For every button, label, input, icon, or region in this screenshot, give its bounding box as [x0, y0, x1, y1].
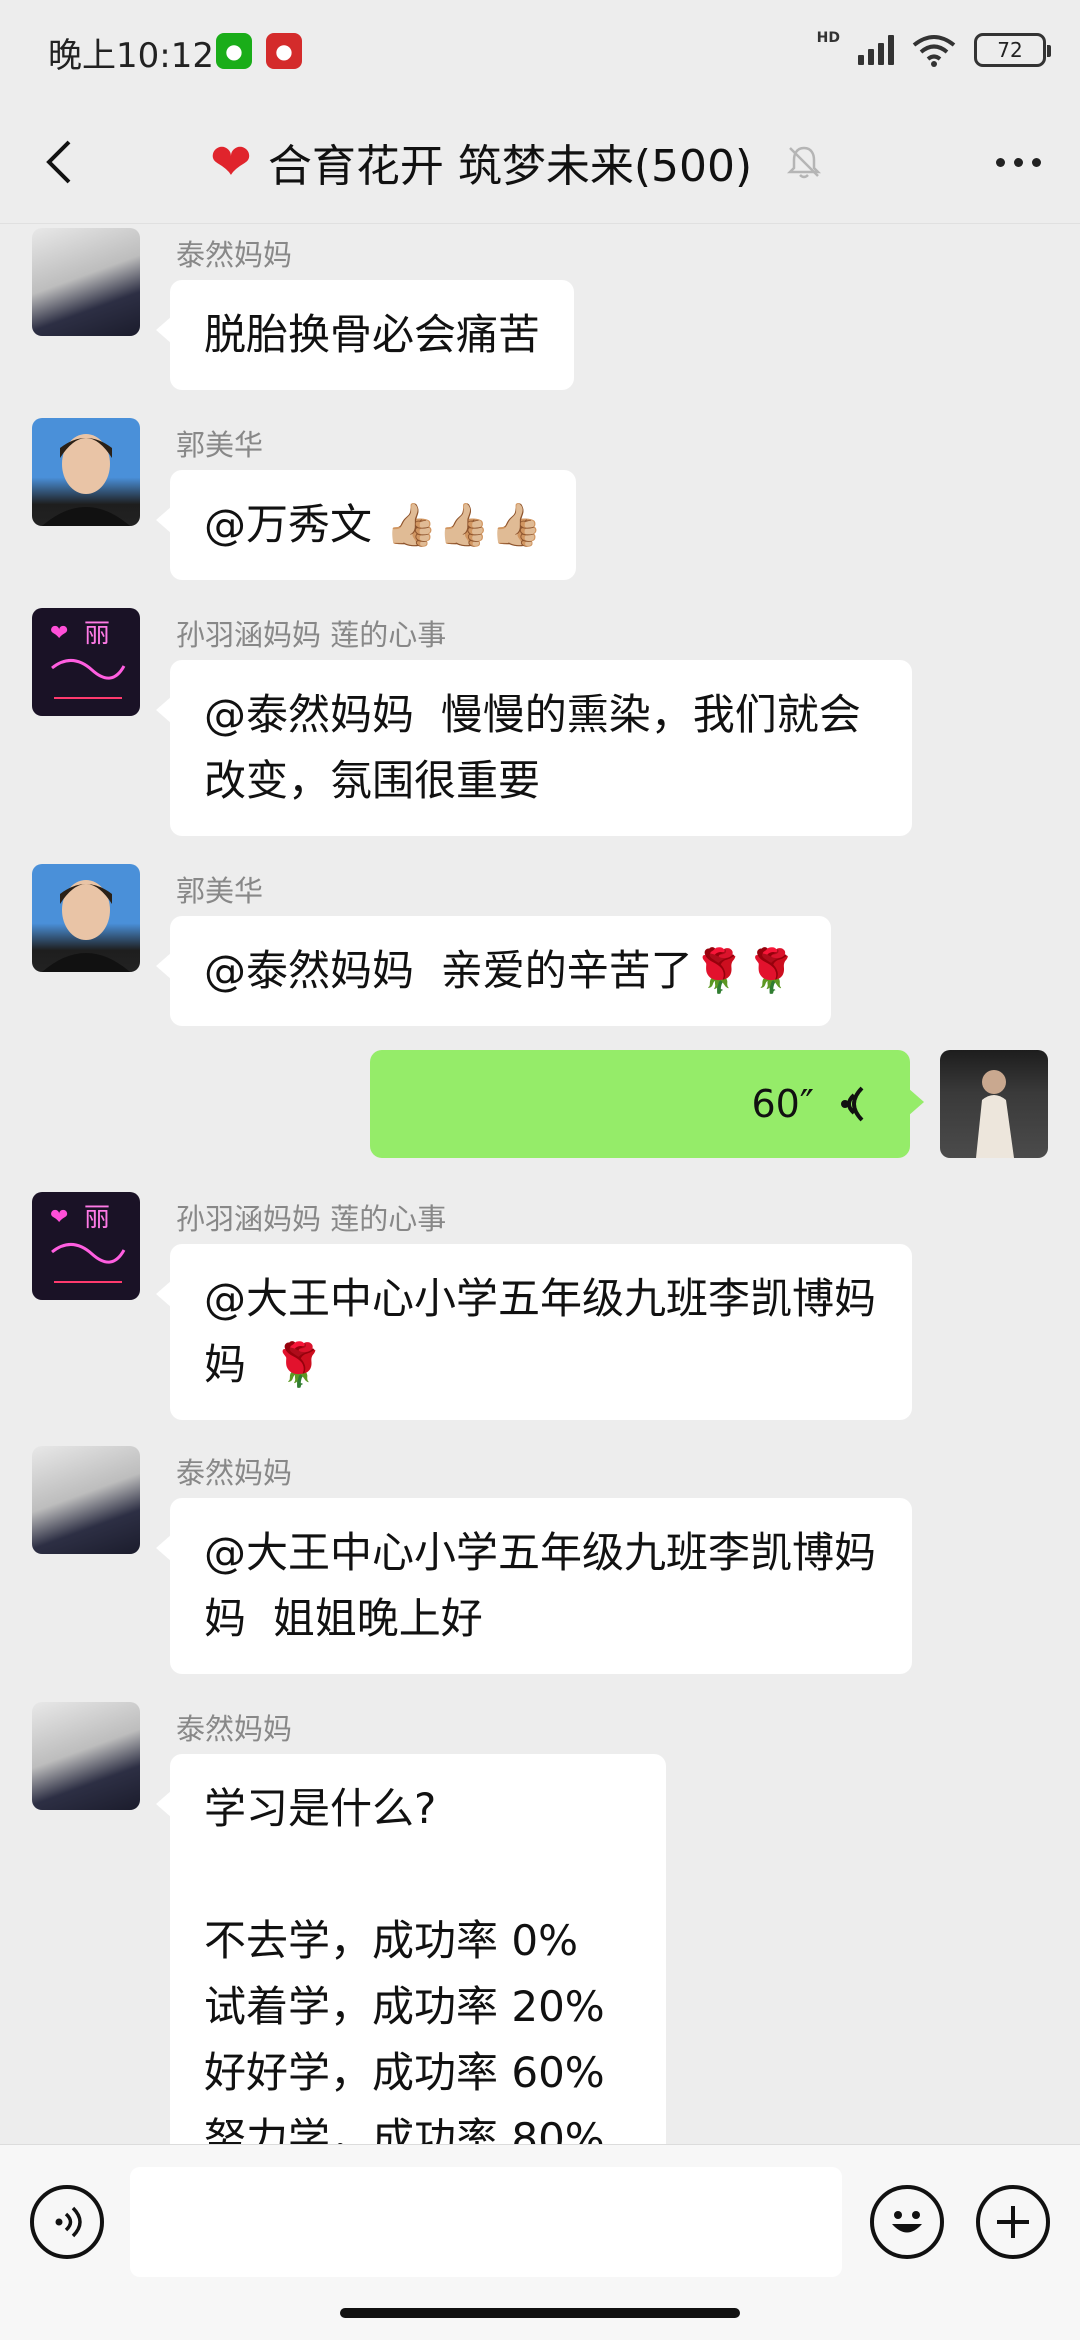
neon-sign-image: ❤ 丽 [50, 619, 126, 699]
avatar-portrait [42, 434, 130, 526]
sender-name: 泰然妈妈 [176, 1712, 293, 1746]
home-indicator[interactable] [340, 2308, 740, 2318]
avatar-portrait [42, 880, 130, 972]
sender-name: 孙羽涵妈妈 莲的心事 [176, 1202, 447, 1236]
heart-icon: ❤ [210, 133, 252, 191]
message-list[interactable]: 泰然妈妈 脱胎换骨必会痛苦 郭美华 @万秀文 👍🏼👍🏼👍🏼 ❤ 丽 孙羽涵妈妈 … [0, 224, 1080, 2144]
message-bubble[interactable]: @泰然妈妈 亲爱的辛苦了🌹🌹 [155, 916, 832, 1026]
sender-name: 郭美华 [176, 428, 264, 462]
message-bubble[interactable]: 脱胎换骨必会痛苦 [155, 280, 575, 390]
avatar-self[interactable] [940, 1050, 1048, 1158]
wifi-icon [912, 35, 956, 67]
sender-name: 泰然妈妈 [176, 238, 293, 272]
neon-sign-image: ❤ 丽 [50, 1203, 126, 1283]
svg-text:丽: 丽 [84, 619, 110, 649]
avatar[interactable]: ❤ 丽 [32, 1192, 140, 1300]
plus-button[interactable] [976, 2185, 1050, 2259]
back-button[interactable] [28, 132, 88, 192]
svg-text:❤: ❤ [50, 1205, 68, 1230]
status-bar: 晚上10:12 ● ● HD 72 [0, 0, 1080, 100]
sender-name: 泰然妈妈 [176, 1456, 293, 1490]
emoji-icon [892, 2211, 922, 2233]
sender-name: 郭美华 [176, 874, 264, 908]
voice-wave-icon [841, 1086, 864, 1122]
message-bubble[interactable]: 学习是什么? 不去学，成功率 0% 试着学，成功率 20% 好好学，成功率 60… [156, 1754, 666, 2144]
chat-title: 合育花开 筑梦未来(500) [267, 141, 753, 192]
voice-mode-icon [55, 2206, 82, 2238]
wechat-notification-icon: ● [216, 33, 252, 69]
network-type-label: HD [816, 30, 840, 46]
message-input[interactable] [130, 2167, 842, 2277]
status-time: 晚上10:12 [48, 36, 214, 76]
battery-icon: 72 [974, 33, 1051, 67]
sender-name: 孙羽涵妈妈 莲的心事 [176, 618, 447, 652]
avatar[interactable] [32, 418, 140, 526]
emoji-button[interactable] [870, 2185, 944, 2259]
more-dots-icon [995, 157, 1005, 167]
battery-level: 72 [997, 38, 1023, 62]
news-notification-icon: ● [266, 33, 302, 69]
signal-icon [858, 35, 894, 65]
avatar[interactable] [32, 228, 140, 336]
more-button[interactable] [986, 140, 1050, 184]
avatar[interactable] [32, 1702, 140, 1810]
chevron-left-icon [46, 140, 71, 184]
avatar[interactable] [32, 1446, 140, 1554]
message-bubble[interactable]: @万秀文 👍🏼👍🏼👍🏼 [155, 470, 577, 580]
bell-off-icon [787, 146, 822, 179]
message-bubble[interactable]: @泰然妈妈 慢慢的熏染，我们就会改变，氛围很重要 [156, 660, 912, 836]
voice-mode-button[interactable] [30, 2185, 104, 2259]
avatar[interactable]: ❤ 丽 [32, 608, 140, 716]
avatar[interactable] [32, 864, 140, 972]
voice-duration: 60″ [751, 1082, 814, 1126]
svg-text:❤: ❤ [50, 621, 68, 646]
chat-header: ❤ 合育花开 筑梦未来(500) [0, 100, 1080, 224]
chat-title-area[interactable]: ❤ 合育花开 筑梦未来(500) [210, 132, 824, 192]
svg-text:丽: 丽 [84, 1203, 110, 1233]
plus-icon [997, 2206, 1029, 2238]
avatar-portrait [976, 1070, 1014, 1158]
voice-message-bubble[interactable]: 60″ [370, 1050, 924, 1158]
message-bubble[interactable]: @大王中心小学五年级九班李凯博妈妈 姐姐晚上好 [156, 1498, 912, 1674]
message-bubble[interactable]: @大王中心小学五年级九班李凯博妈妈 🌹 [156, 1244, 912, 1420]
